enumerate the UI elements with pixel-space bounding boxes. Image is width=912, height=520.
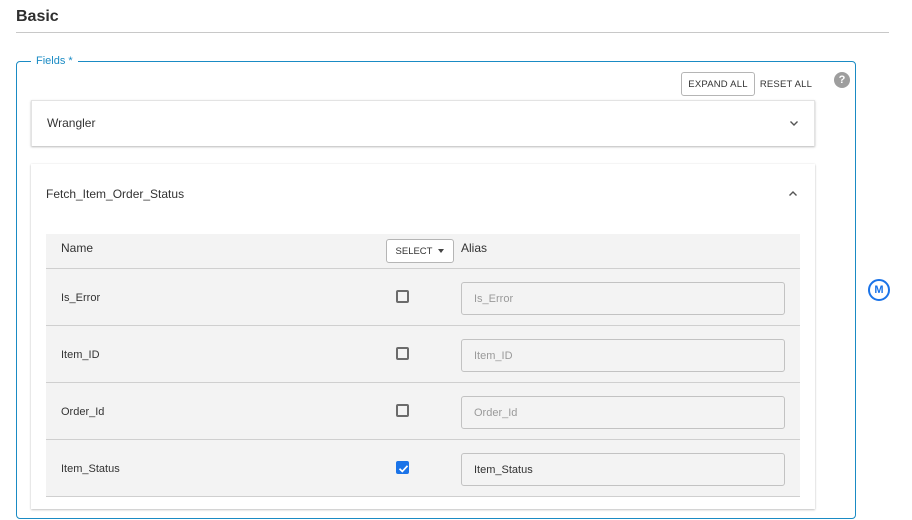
alias-input[interactable] (461, 453, 785, 486)
name-column-header: Name (61, 241, 94, 255)
chevron-up-icon[interactable] (787, 188, 799, 200)
expand-all-button[interactable]: EXPAND ALL (681, 72, 755, 96)
field-name: Order_Id (61, 406, 105, 418)
alias-input[interactable] (461, 282, 785, 315)
fields-legend: Fields * (31, 54, 78, 68)
table-row: Order_Id (46, 383, 800, 440)
macro-m-icon[interactable]: M (868, 279, 890, 301)
help-circle-icon[interactable]: ? (834, 72, 850, 88)
panel-wrangler-header[interactable]: Wrangler (32, 101, 816, 145)
table-row: Item_ID (46, 326, 800, 383)
section-divider (16, 32, 889, 33)
panel-fetch-item-order-status-header[interactable]: Fetch_Item_Order_Status (31, 164, 815, 224)
field-checkbox[interactable] (396, 347, 409, 360)
panel-title: Fetch_Item_Order_Status (46, 187, 185, 201)
alias-column-header: Alias (461, 241, 488, 255)
field-name: Item_Status (61, 463, 120, 475)
caret-down-icon (438, 249, 445, 253)
field-name: Is_Error (61, 292, 101, 304)
fields-table: Name SELECT Alias Is_Error Item_ID Order… (46, 234, 800, 497)
section-title: Basic (16, 8, 59, 25)
field-name: Item_ID (61, 349, 100, 361)
panel-fetch-item-order-status: Fetch_Item_Order_Status Name SELECT Alia… (31, 164, 815, 509)
chevron-down-icon[interactable] (788, 117, 800, 129)
reset-all-button[interactable]: RESET ALL (757, 72, 815, 96)
table-row: Item_Status (46, 440, 800, 497)
field-checkbox[interactable] (396, 404, 409, 417)
alias-input[interactable] (461, 339, 785, 372)
alias-input[interactable] (461, 396, 785, 429)
checkmark-icon (398, 465, 409, 473)
fields-fieldset: Fields * EXPAND ALL RESET ALL ? Wrangler… (16, 54, 856, 519)
panel-wrangler: Wrangler (31, 100, 815, 146)
table-header: Name SELECT Alias (46, 234, 800, 269)
field-checkbox[interactable] (396, 290, 409, 303)
field-checkbox-checked[interactable] (396, 461, 409, 474)
select-label: SELECT (395, 245, 433, 257)
panel-title: Wrangler (47, 116, 96, 130)
table-row: Is_Error (46, 269, 800, 326)
select-dropdown-button[interactable]: SELECT (386, 239, 454, 263)
